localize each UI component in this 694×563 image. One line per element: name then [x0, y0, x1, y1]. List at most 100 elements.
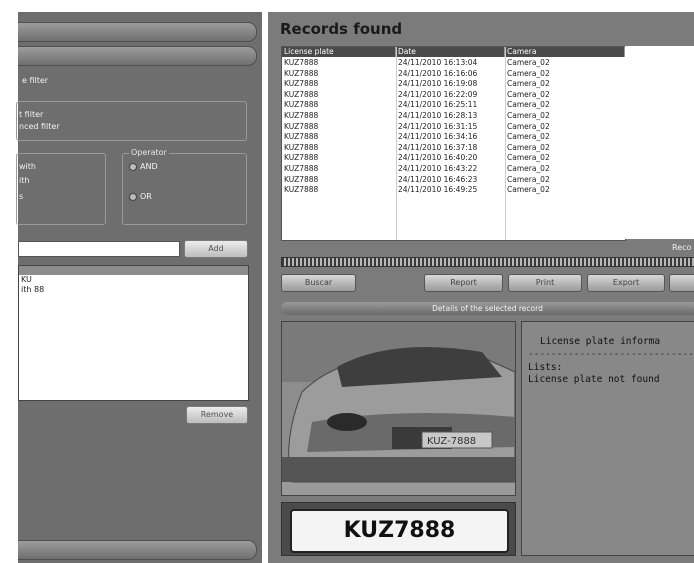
- operator-or[interactable]: OR: [129, 192, 152, 201]
- table-cell: 24/11/2010 16:13:04: [398, 58, 478, 67]
- table-cell: KUZ7888: [284, 111, 319, 120]
- details-header: Details of the selected record: [281, 302, 694, 315]
- table-cell: KUZ7888: [284, 89, 319, 99]
- table-cell: Camera_02: [507, 132, 550, 142]
- table-cell: KUZ7888: [284, 174, 319, 184]
- table-cell: 24/11/2010 16:46:23: [398, 174, 478, 184]
- operator-legend: Operator: [129, 148, 169, 157]
- table-cell: 24/11/2010 16:16:06: [398, 68, 478, 78]
- lists-value: License plate not found: [528, 374, 660, 385]
- filter-text-input[interactable]: [18, 241, 180, 257]
- table-cell: 24/11/2010 16:25:11: [398, 100, 478, 110]
- records-table[interactable]: License plate Date Camera KUZ7888 24/11/2…: [281, 46, 626, 241]
- condition-option[interactable]: with: [19, 162, 36, 171]
- filter-mode-label: e filter: [22, 76, 49, 85]
- table-row[interactable]: KUZ7888 24/11/2010 16:28:13 Camera_02: [282, 111, 625, 122]
- collapsed-section-header[interactable]: [18, 46, 257, 66]
- operator-group: Operator AND OR: [122, 148, 247, 225]
- car-image-icon: KUZ-7888: [282, 322, 515, 495]
- table-cell: KUZ7888: [284, 185, 319, 195]
- condition-group: with ith s: [16, 153, 106, 225]
- collapsed-section-header[interactable]: [18, 22, 257, 42]
- table-cell: Camera_02: [507, 111, 550, 120]
- table-cell: KUZ7888: [284, 100, 319, 110]
- table-cell: 24/11/2010 16:40:20: [398, 153, 478, 163]
- table-cell: KUZ7888: [284, 68, 319, 78]
- table-cell: KUZ7888: [284, 153, 319, 163]
- table-cell: Camera_02: [507, 58, 550, 67]
- print-button[interactable]: Print: [508, 274, 582, 292]
- table-row[interactable]: KUZ7888 24/11/2010 16:46:23 Camera_02: [282, 175, 625, 186]
- table-cell: Camera_02: [507, 142, 550, 152]
- plate-info-panel: License plate informa ------------------…: [521, 321, 694, 556]
- search-button[interactable]: Buscar: [281, 274, 356, 292]
- table-cell: Camera_02: [507, 68, 550, 78]
- table-empty-area: [625, 46, 694, 239]
- table-row[interactable]: KUZ7888 24/11/2010 16:34:16 Camera_02: [282, 132, 625, 143]
- filter-option[interactable]: t filter: [19, 110, 43, 119]
- table-row[interactable]: KUZ7888 24/11/2010 16:49:25 Camera_02: [282, 185, 625, 196]
- table-cell: 24/11/2010 16:43:22: [398, 164, 478, 173]
- table-cell: Camera_02: [507, 174, 550, 184]
- list-item[interactable]: KU: [19, 275, 248, 285]
- horizontal-scrollbar[interactable]: [281, 257, 694, 267]
- table-cell: Camera_02: [507, 164, 550, 173]
- records-panel: Records found License plate Date Camera …: [268, 12, 694, 563]
- records-title: Records found: [280, 20, 403, 38]
- table-row[interactable]: KUZ7888 24/11/2010 16:13:04 Camera_02: [282, 58, 625, 69]
- table-cell: Camera_02: [507, 79, 550, 89]
- table-row[interactable]: KUZ7888 24/11/2010 16:22:09 Camera_02: [282, 90, 625, 101]
- table-row[interactable]: KUZ7888 24/11/2010 16:19:08 Camera_02: [282, 79, 625, 90]
- table-cell: Camera_02: [507, 185, 550, 195]
- table-row[interactable]: KUZ7888 24/11/2010 16:25:11 Camera_02: [282, 100, 625, 111]
- table-row[interactable]: KUZ7888 24/11/2010 16:43:22 Camera_02: [282, 164, 625, 175]
- vehicle-photo: KUZ-7888: [281, 321, 516, 496]
- svg-text:KUZ-7888: KUZ-7888: [427, 436, 476, 447]
- table-cell: KUZ7888: [284, 121, 319, 131]
- remove-button[interactable]: Remove: [186, 406, 248, 424]
- table-cell: Camera_02: [507, 89, 550, 99]
- records-count-label: Reco: [672, 243, 692, 252]
- table-cell: 24/11/2010 16:37:18: [398, 142, 478, 152]
- operator-and[interactable]: AND: [129, 162, 158, 171]
- radio-icon[interactable]: [129, 162, 137, 171]
- list-item[interactable]: ith 88: [19, 285, 248, 295]
- filter-panel: e filter t filter nced filter with ith s…: [16, 12, 262, 563]
- add-button[interactable]: Add: [184, 240, 248, 258]
- table-row[interactable]: KUZ7888 24/11/2010 16:40:20 Camera_02: [282, 153, 625, 164]
- export-button[interactable]: Export: [587, 274, 665, 292]
- filter-option[interactable]: nced filter: [19, 122, 60, 131]
- table-cell: 24/11/2010 16:31:15: [398, 121, 478, 131]
- table-cell: 24/11/2010 16:28:13: [398, 111, 478, 120]
- table-row[interactable]: KUZ7888 24/11/2010 16:37:18 Camera_02: [282, 143, 625, 154]
- radio-icon[interactable]: [129, 192, 137, 201]
- table-cell: KUZ7888: [284, 79, 319, 89]
- column-header-plate[interactable]: License plate: [282, 47, 396, 57]
- filter-type-group: t filter nced filter: [16, 101, 247, 141]
- condition-option[interactable]: s: [19, 192, 23, 201]
- table-cell: 24/11/2010 16:19:08: [398, 79, 478, 89]
- collapsed-section-header[interactable]: [18, 540, 257, 560]
- table-cell: 24/11/2010 16:49:25: [398, 185, 478, 195]
- table-cell: KUZ7888: [284, 132, 319, 142]
- column-header-camera[interactable]: Camera: [505, 47, 625, 57]
- filter-list-header: [19, 266, 248, 275]
- plate-crop-panel: KUZ7888: [281, 502, 516, 556]
- table-row[interactable]: KUZ7888 24/11/2010 16:31:15 Camera_02: [282, 122, 625, 133]
- table-cell: 24/11/2010 16:22:09: [398, 89, 478, 99]
- lists-label: Lists:: [528, 362, 563, 373]
- condition-option[interactable]: ith: [19, 176, 29, 185]
- table-cell: KUZ7888: [284, 164, 319, 173]
- license-plate: KUZ7888: [290, 509, 509, 553]
- table-cell: 24/11/2010 16:34:16: [398, 132, 478, 142]
- table-cell: Camera_02: [507, 153, 550, 163]
- report-button[interactable]: Report: [424, 274, 503, 292]
- table-row[interactable]: KUZ7888 24/11/2010 16:16:06 Camera_02: [282, 69, 625, 80]
- table-cell: Camera_02: [507, 100, 550, 110]
- extra-button[interactable]: [669, 274, 694, 292]
- table-cell: KUZ7888: [284, 142, 319, 152]
- filter-list[interactable]: KU ith 88: [18, 265, 249, 401]
- info-separator: --------------------------------: [528, 349, 694, 360]
- info-title: License plate informa: [540, 336, 661, 347]
- column-header-date[interactable]: Date: [396, 47, 505, 57]
